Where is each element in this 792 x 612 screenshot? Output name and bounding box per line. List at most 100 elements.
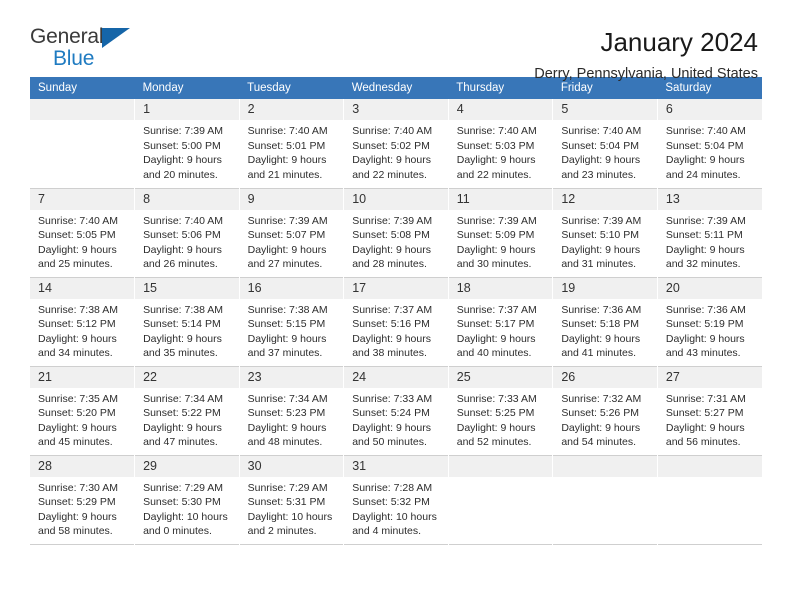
calendar-day-cell[interactable]: 5 Sunrise: 7:40 AM Sunset: 5:04 PM Daylight… bbox=[552, 99, 658, 188]
info-line-sunset: Sunset: 5:27 PM bbox=[665, 407, 744, 420]
calendar-day-cell[interactable]: 3 Sunrise: 7:40 AM Sunset: 5:02 PM Daylight… bbox=[343, 99, 449, 188]
calendar-day-cell[interactable]: 4 Sunrise: 7:40 AM Sunset: 5:03 PM Daylight… bbox=[448, 99, 554, 188]
calendar-day-cell[interactable]: 20 Sunrise: 7:36 AM Sunset: 5:19 PM Dayligh… bbox=[657, 277, 762, 366]
page-subtitle: Derry, Pennsylvania, United States bbox=[534, 66, 758, 82]
info-line-daylight2: and 50 minutes. bbox=[352, 436, 427, 449]
calendar-day-cell[interactable]: 17 Sunrise: 7:37 AM Sunset: 5:16 PM Dayligh… bbox=[343, 277, 449, 366]
info-line-daylight2: and 43 minutes. bbox=[665, 347, 741, 360]
info-line-daylight1: Daylight: 9 hours bbox=[561, 154, 641, 167]
day-sun-info: Sunrise: 7:33 AM Sunset: 5:25 PM Daylight:… bbox=[449, 388, 553, 450]
day-sun-info: Sunrise: 7:29 AM Sunset: 5:31 PM Daylight:… bbox=[240, 477, 344, 539]
info-line-daylight1: Daylight: 9 hours bbox=[143, 332, 222, 345]
day-number: 10 bbox=[344, 188, 448, 210]
info-line-daylight1: Daylight: 9 hours bbox=[143, 243, 222, 256]
calendar-day-cell[interactable]: 10 Sunrise: 7:39 AM Sunset: 5:08 PM Dayligh… bbox=[343, 188, 449, 277]
calendar-day-cell[interactable]: 1 Sunrise: 7:39 AM Sunset: 5:00 PM Daylight… bbox=[134, 99, 240, 188]
calendar-week-row: 1 Sunrise: 7:39 AM Sunset: 5:00 PM Daylight… bbox=[30, 99, 762, 188]
day-sun-info: Sunrise: 7:38 AM Sunset: 5:15 PM Daylight:… bbox=[240, 299, 344, 361]
info-line-sunrise: Sunrise: 7:39 AM bbox=[456, 214, 537, 227]
info-line-daylight2: and 20 minutes. bbox=[143, 168, 218, 181]
calendar-day-cell[interactable]: 9 Sunrise: 7:39 AM Sunset: 5:07 PM Daylight… bbox=[239, 188, 345, 277]
sunrise-sunset-calendar: Sunday Monday Tuesday Wednesday Thursday… bbox=[30, 77, 762, 545]
calendar-day-cell[interactable]: 7 Sunrise: 7:40 AM Sunset: 5:05 PM Daylight… bbox=[30, 188, 136, 277]
info-line-sunset: Sunset: 5:03 PM bbox=[456, 139, 535, 152]
calendar-day-cell[interactable]: 31 Sunrise: 7:28 AM Sunset: 5:32 PM Dayligh… bbox=[343, 455, 449, 544]
info-line-sunrise: Sunrise: 7:38 AM bbox=[38, 303, 118, 316]
info-line-daylight1: Daylight: 10 hours bbox=[143, 510, 228, 523]
day-number: 9 bbox=[239, 188, 344, 210]
calendar-day-cell[interactable]: 26 Sunrise: 7:32 AM Sunset: 5:26 PM Dayligh… bbox=[552, 366, 658, 455]
info-line-sunset: Sunset: 5:23 PM bbox=[247, 407, 326, 420]
info-line-daylight1: Daylight: 9 hours bbox=[352, 243, 431, 256]
calendar-body: 1 Sunrise: 7:39 AM Sunset: 5:00 PM Daylight… bbox=[30, 99, 762, 544]
day-number: 5 bbox=[553, 99, 657, 120]
day-number: 28 bbox=[30, 455, 135, 477]
info-line-daylight1: Daylight: 9 hours bbox=[665, 332, 745, 345]
calendar-day-cell[interactable]: 21 Sunrise: 7:35 AM Sunset: 5:20 PM Dayligh… bbox=[30, 366, 136, 455]
generalblue-logo[interactable]: General Blue bbox=[30, 26, 142, 72]
info-line-sunrise: Sunrise: 7:40 AM bbox=[456, 125, 537, 137]
info-line-daylight1: Daylight: 9 hours bbox=[38, 332, 117, 345]
calendar-week-row: 14 Sunrise: 7:38 AM Sunset: 5:12 PM Dayligh… bbox=[30, 277, 762, 366]
calendar-day-cell[interactable]: 11 Sunrise: 7:39 AM Sunset: 5:09 PM Dayligh… bbox=[448, 188, 554, 277]
calendar-day-cell[interactable]: 18 Sunrise: 7:37 AM Sunset: 5:17 PM Dayligh… bbox=[448, 277, 554, 366]
info-line-sunset: Sunset: 5:22 PM bbox=[143, 407, 221, 420]
calendar-day-cell[interactable]: 19 Sunrise: 7:36 AM Sunset: 5:18 PM Dayligh… bbox=[552, 277, 658, 366]
calendar-day-cell[interactable]: 2 Sunrise: 7:40 AM Sunset: 5:01 PM Daylight… bbox=[239, 99, 345, 188]
info-line-daylight1: Daylight: 9 hours bbox=[247, 332, 327, 345]
info-line-sunset: Sunset: 5:01 PM bbox=[247, 139, 326, 152]
calendar-day-cell[interactable]: 29 Sunrise: 7:29 AM Sunset: 5:30 PM Dayligh… bbox=[134, 455, 240, 544]
calendar-day-cell[interactable]: 14 Sunrise: 7:38 AM Sunset: 5:12 PM Dayligh… bbox=[30, 277, 136, 366]
info-line-daylight2: and 2 minutes. bbox=[247, 525, 317, 538]
info-line-daylight1: Daylight: 9 hours bbox=[561, 243, 641, 256]
calendar-day-cell[interactable]: 23 Sunrise: 7:34 AM Sunset: 5:23 PM Dayligh… bbox=[239, 366, 345, 455]
info-line-sunrise: Sunrise: 7:37 AM bbox=[352, 303, 433, 316]
info-line-daylight1: Daylight: 9 hours bbox=[456, 243, 536, 256]
calendar-page: General Blue January 2024 Derry, Pennsyl… bbox=[0, 0, 792, 612]
info-line-daylight1: Daylight: 9 hours bbox=[247, 154, 327, 167]
info-line-daylight2: and 38 minutes. bbox=[352, 347, 427, 360]
calendar-day-cell[interactable]: 30 Sunrise: 7:29 AM Sunset: 5:31 PM Dayligh… bbox=[239, 455, 345, 544]
info-line-sunrise: Sunrise: 7:30 AM bbox=[38, 481, 118, 494]
calendar-day-cell[interactable]: 12 Sunrise: 7:39 AM Sunset: 5:10 PM Dayligh… bbox=[552, 188, 658, 277]
info-line-sunrise: Sunrise: 7:36 AM bbox=[665, 303, 746, 316]
weekday-header-monday: Monday bbox=[134, 77, 240, 99]
calendar-day-cell[interactable]: 8 Sunrise: 7:40 AM Sunset: 5:06 PM Daylight… bbox=[134, 188, 240, 277]
day-number: 12 bbox=[553, 188, 657, 210]
info-line-sunset: Sunset: 5:00 PM bbox=[143, 139, 221, 152]
calendar-day-cell[interactable]: 16 Sunrise: 7:38 AM Sunset: 5:15 PM Dayligh… bbox=[239, 277, 345, 366]
logo-triangle-icon bbox=[102, 28, 130, 48]
calendar-day-cell[interactable]: 27 Sunrise: 7:31 AM Sunset: 5:27 PM Dayligh… bbox=[657, 366, 762, 455]
day-number: 8 bbox=[135, 188, 239, 210]
calendar-day-cell[interactable]: 25 Sunrise: 7:33 AM Sunset: 5:25 PM Dayligh… bbox=[448, 366, 554, 455]
info-line-sunset: Sunset: 5:06 PM bbox=[143, 229, 221, 242]
info-line-daylight1: Daylight: 9 hours bbox=[665, 243, 745, 256]
day-sun-info: Sunrise: 7:39 AM Sunset: 5:09 PM Daylight:… bbox=[449, 210, 553, 272]
day-sun-info: Sunrise: 7:31 AM Sunset: 5:27 PM Daylight:… bbox=[658, 388, 762, 450]
calendar-cell-empty bbox=[657, 455, 762, 544]
info-line-daylight2: and 28 minutes. bbox=[352, 258, 427, 271]
calendar-day-cell[interactable]: 15 Sunrise: 7:38 AM Sunset: 5:14 PM Dayligh… bbox=[134, 277, 240, 366]
day-sun-info: Sunrise: 7:30 AM Sunset: 5:29 PM Daylight:… bbox=[30, 477, 134, 539]
info-line-sunrise: Sunrise: 7:40 AM bbox=[143, 214, 224, 227]
day-number: 20 bbox=[657, 277, 762, 299]
day-number bbox=[553, 455, 657, 477]
day-sun-info: Sunrise: 7:40 AM Sunset: 5:03 PM Daylight:… bbox=[449, 120, 553, 182]
day-number: 14 bbox=[30, 277, 135, 299]
info-line-sunrise: Sunrise: 7:36 AM bbox=[561, 303, 642, 316]
info-line-sunrise: Sunrise: 7:39 AM bbox=[247, 214, 328, 227]
info-line-sunrise: Sunrise: 7:38 AM bbox=[247, 303, 328, 316]
info-line-daylight2: and 32 minutes. bbox=[665, 258, 741, 271]
info-line-daylight2: and 40 minutes. bbox=[456, 347, 532, 360]
info-line-sunset: Sunset: 5:30 PM bbox=[143, 496, 221, 509]
calendar-day-cell[interactable]: 24 Sunrise: 7:33 AM Sunset: 5:24 PM Dayligh… bbox=[343, 366, 449, 455]
calendar-day-cell[interactable]: 22 Sunrise: 7:34 AM Sunset: 5:22 PM Dayligh… bbox=[134, 366, 240, 455]
info-line-sunset: Sunset: 5:25 PM bbox=[456, 407, 535, 420]
calendar-day-cell[interactable]: 6 Sunrise: 7:40 AM Sunset: 5:04 PM Daylight… bbox=[657, 99, 762, 188]
day-sun-info: Sunrise: 7:40 AM Sunset: 5:06 PM Daylight:… bbox=[135, 210, 239, 272]
day-number: 6 bbox=[657, 99, 762, 120]
day-sun-info: Sunrise: 7:39 AM Sunset: 5:08 PM Daylight:… bbox=[344, 210, 448, 272]
calendar-day-cell[interactable]: 28 Sunrise: 7:30 AM Sunset: 5:29 PM Dayligh… bbox=[30, 455, 136, 544]
day-sun-info: Sunrise: 7:40 AM Sunset: 5:05 PM Daylight:… bbox=[30, 210, 134, 272]
calendar-day-cell[interactable]: 13 Sunrise: 7:39 AM Sunset: 5:11 PM Dayligh… bbox=[657, 188, 762, 277]
